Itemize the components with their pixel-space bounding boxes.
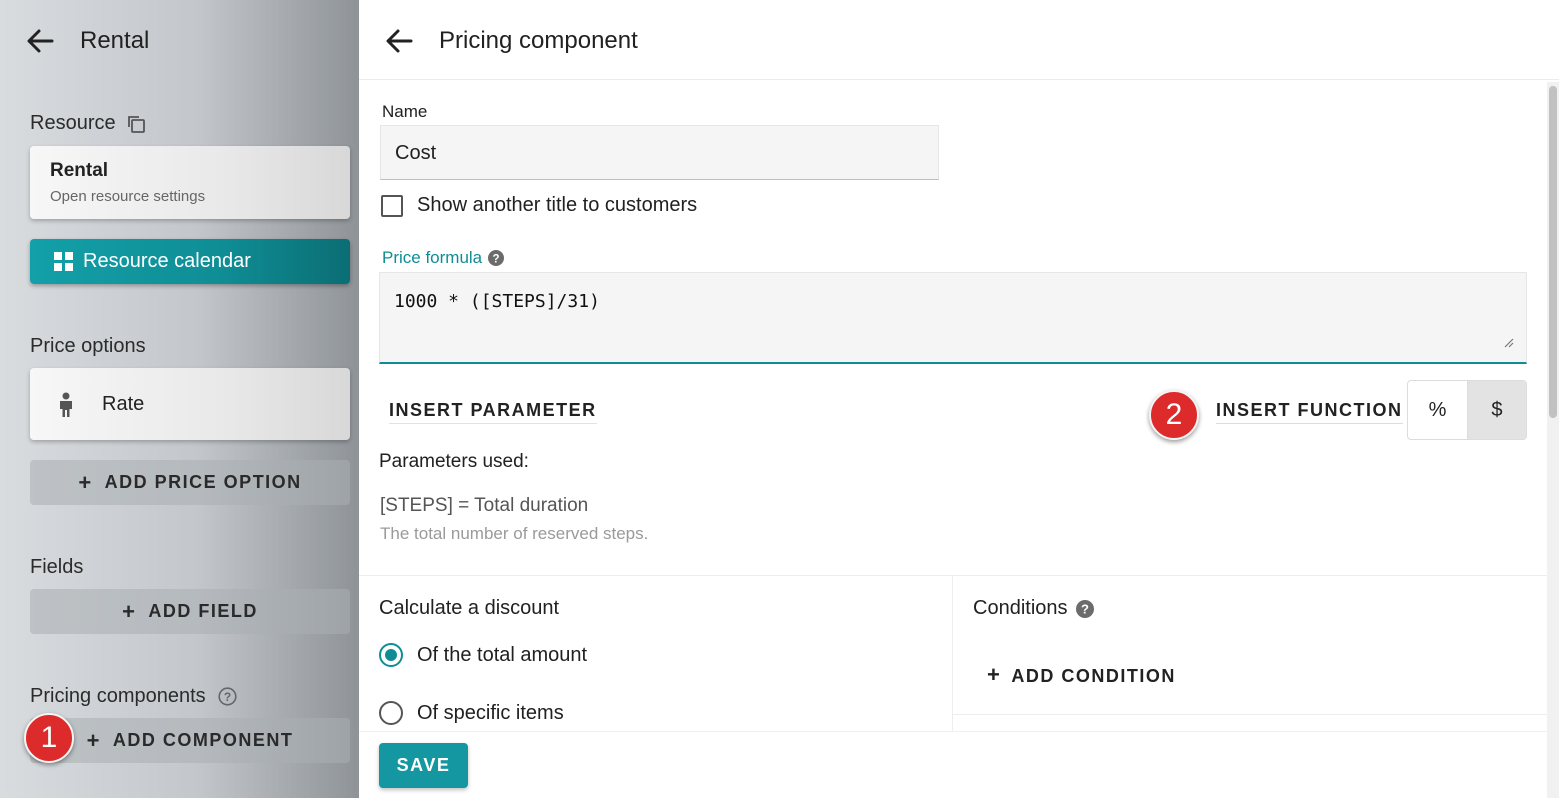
- resource-calendar-label: Resource calendar: [83, 250, 251, 272]
- resource-calendar-button[interactable]: Resource calendar: [30, 239, 350, 284]
- price-options-label: Price options: [30, 335, 146, 357]
- help-icon[interactable]: ?: [1075, 599, 1094, 618]
- parameter-line: [STEPS] = Total duration: [380, 495, 588, 517]
- dollar-toggle-button[interactable]: $: [1466, 381, 1526, 439]
- grid-icon: [54, 252, 73, 271]
- step-badge-1: 1: [24, 713, 74, 763]
- price-formula-text: Price formula: [382, 248, 483, 267]
- plus-icon: +: [987, 662, 1002, 687]
- back-arrow-icon[interactable]: [384, 26, 414, 56]
- discount-section-label: Calculate a discount: [379, 597, 560, 619]
- save-button[interactable]: SAVE: [379, 743, 468, 788]
- add-condition-label: ADD CONDITION: [1011, 666, 1176, 686]
- radio-specific-items[interactable]: [379, 701, 403, 725]
- parameters-used-label: Parameters used:: [379, 451, 529, 472]
- add-price-option-button[interactable]: + ADD PRICE OPTION: [30, 460, 350, 505]
- svg-text:?: ?: [493, 253, 500, 265]
- resource-card[interactable]: Rental Open resource settings: [30, 146, 350, 219]
- left-panel-title: Rental: [80, 27, 150, 54]
- add-field-label: ADD FIELD: [148, 601, 258, 621]
- footer-bar: [359, 731, 1549, 798]
- price-formula-textarea[interactable]: 1000 * ([STEPS]/31): [379, 272, 1527, 364]
- price-option-label: Rate: [102, 393, 145, 415]
- percent-toggle-button[interactable]: %: [1408, 381, 1467, 439]
- help-icon[interactable]: ?: [218, 687, 237, 706]
- copy-icon[interactable]: [126, 114, 146, 134]
- resource-card-subtitle: Open resource settings: [50, 188, 206, 205]
- price-formula-label: Price formula ?: [382, 248, 505, 268]
- scrollbar[interactable]: [1547, 82, 1559, 798]
- add-field-button[interactable]: + ADD FIELD: [30, 589, 350, 634]
- person-icon: [60, 392, 72, 417]
- price-formula-value: 1000 * ([STEPS]/31): [394, 291, 600, 312]
- page-title: Pricing component: [439, 27, 638, 54]
- unit-toggle: % $: [1407, 380, 1527, 440]
- add-price-option-label: ADD PRICE OPTION: [104, 472, 302, 492]
- divider: [952, 576, 953, 746]
- back-arrow-icon[interactable]: [25, 26, 55, 56]
- parameter-meaning: = Total duration: [458, 495, 589, 516]
- plus-icon: +: [122, 598, 137, 624]
- left-header: Rental: [0, 0, 359, 80]
- help-icon[interactable]: ?: [488, 250, 505, 266]
- left-panel: Rental Resource Rental Open resource set…: [0, 0, 359, 798]
- name-label: Name: [382, 102, 428, 121]
- resize-grip-icon[interactable]: [1502, 336, 1514, 348]
- show-title-label: Show another title to customers: [417, 194, 698, 216]
- parameter-token: [STEPS]: [380, 495, 453, 516]
- pricing-components-text: Pricing components: [30, 685, 206, 707]
- price-option-rate[interactable]: Rate: [30, 368, 350, 440]
- divider: [359, 575, 1549, 576]
- radio-total-amount-label: Of the total amount: [417, 644, 588, 666]
- step-badge-2: 2: [1149, 390, 1199, 440]
- radio-total-amount[interactable]: [379, 643, 403, 667]
- plus-icon: +: [86, 727, 101, 753]
- conditions-text: Conditions: [973, 597, 1068, 619]
- pricing-component-panel: Pricing component Name Cost Show another…: [359, 0, 1559, 798]
- divider: [953, 714, 1549, 715]
- resource-card-title: Rental: [50, 160, 109, 181]
- scrollbar-thumb[interactable]: [1549, 86, 1557, 418]
- name-input[interactable]: Cost: [380, 125, 939, 180]
- plus-icon: +: [78, 469, 93, 495]
- add-component-label: ADD COMPONENT: [112, 730, 294, 750]
- conditions-label: Conditions ?: [973, 597, 1094, 620]
- radio-specific-items-label: Of specific items: [417, 702, 564, 724]
- pricing-components-label: Pricing components: [30, 685, 206, 708]
- insert-parameter-button[interactable]: INSERT PARAMETER: [389, 400, 597, 424]
- parameter-description: The total number of reserved steps.: [380, 524, 649, 543]
- svg-text:?: ?: [224, 690, 231, 704]
- show-title-checkbox[interactable]: [381, 195, 403, 217]
- right-header: Pricing component: [359, 0, 1559, 80]
- add-component-button[interactable]: + ADD COMPONENT: [30, 718, 350, 763]
- resource-section-label: Resource: [30, 112, 116, 134]
- add-condition-button[interactable]: + ADD CONDITION: [987, 662, 1176, 690]
- svg-text:?: ?: [1081, 601, 1089, 616]
- insert-function-button[interactable]: INSERT FUNCTION: [1216, 400, 1403, 424]
- fields-label: Fields: [30, 556, 84, 578]
